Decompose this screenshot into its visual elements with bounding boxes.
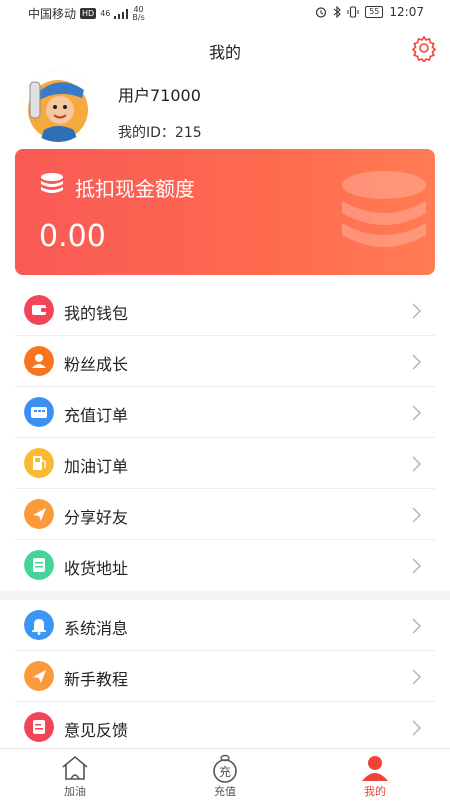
title-bar: 我的 xyxy=(0,26,450,70)
menu-item[interactable]: 充值订单 xyxy=(0,387,450,438)
wallet-icon xyxy=(24,295,54,325)
carrier-label: 中国移动 xyxy=(28,7,77,21)
hd-badge: HD xyxy=(80,8,97,19)
menu-item-label: 收货地址 xyxy=(64,559,129,578)
chevron-right-icon xyxy=(412,507,422,523)
status-bar: 中国移动 HD 46 40 B/s 55 12:07 xyxy=(0,0,450,26)
address-icon xyxy=(24,550,54,580)
menu-item[interactable]: 收货地址 xyxy=(0,540,450,591)
card-icon xyxy=(24,397,54,427)
tab-bar: 加油 充 充值 我的 xyxy=(0,748,450,801)
menu-item-label: 我的钱包 xyxy=(64,304,129,323)
menu-item-label: 意见反馈 xyxy=(64,721,129,740)
feedback-icon xyxy=(24,712,54,742)
chevron-right-icon xyxy=(412,456,422,472)
menu-group-secondary: 系统消息新手教程意见反馈 xyxy=(0,600,450,753)
menu-item-label: 新手教程 xyxy=(64,670,129,689)
menu-item-label: 分享好友 xyxy=(64,508,129,527)
clock-time: 12:07 xyxy=(389,5,424,19)
avatar[interactable] xyxy=(22,70,94,142)
chevron-right-icon xyxy=(412,405,422,421)
gas-station-icon xyxy=(62,755,88,780)
tab-mine[interactable]: 我的 xyxy=(300,749,450,801)
chevron-right-icon xyxy=(412,354,422,370)
tab-refuel-label: 加油 xyxy=(64,785,86,798)
speed-unit: B/s xyxy=(132,12,145,22)
profile-icon xyxy=(362,756,388,781)
menu-item[interactable]: 系统消息 xyxy=(0,600,450,651)
status-left: 中国移动 HD 46 40 B/s xyxy=(28,5,145,22)
chevron-right-icon xyxy=(412,303,422,319)
menu-item[interactable]: 我的钱包 xyxy=(0,285,450,336)
guide-icon xyxy=(24,661,54,691)
balance-card[interactable]: 抵扣现金额度 0.00 xyxy=(15,149,435,275)
menu-item[interactable]: 新手教程 xyxy=(0,651,450,702)
card-title: 抵扣现金额度 xyxy=(75,177,195,201)
vibrate-icon xyxy=(347,6,359,18)
menu-item-label: 粉丝成长 xyxy=(64,355,129,374)
coin-stack-decor-icon xyxy=(342,171,426,247)
profile-section: 用户71000 我的ID：215 xyxy=(0,70,450,150)
alarm-icon xyxy=(316,7,327,18)
battery-level: 55 xyxy=(365,6,384,18)
chevron-right-icon xyxy=(412,720,422,736)
signal-icon xyxy=(114,8,129,19)
menu-item[interactable]: 加油订单 xyxy=(0,438,450,489)
menu-item[interactable]: 粉丝成长 xyxy=(0,336,450,387)
tab-mine-label: 我的 xyxy=(364,785,386,798)
fuel-icon xyxy=(24,448,54,478)
user-id: 我的ID：215 xyxy=(118,125,202,141)
chevron-right-icon xyxy=(412,618,422,634)
username: 用户71000 xyxy=(118,86,201,105)
status-right: 55 12:07 xyxy=(315,5,424,19)
menu-group-main: 我的钱包粉丝成长充值订单加油订单分享好友收货地址 xyxy=(0,285,450,591)
coins-icon xyxy=(41,173,63,193)
bell-icon xyxy=(24,610,54,640)
chevron-right-icon xyxy=(412,558,422,574)
menu-item[interactable]: 意见反馈 xyxy=(0,702,450,753)
bluetooth-icon xyxy=(333,6,342,18)
tab-refuel[interactable]: 加油 xyxy=(0,749,150,801)
network-label: 46 xyxy=(100,8,111,18)
menu-item-label: 系统消息 xyxy=(64,619,129,638)
avatar-image xyxy=(22,70,94,142)
cash-amount: 0.00 xyxy=(39,219,106,254)
share-icon xyxy=(24,499,54,529)
tab-recharge[interactable]: 充 充值 xyxy=(150,749,300,801)
user-icon xyxy=(24,346,54,376)
menu-item-label: 充值订单 xyxy=(64,406,129,425)
speed-readout: 40 B/s xyxy=(132,5,145,22)
tab-recharge-label: 充值 xyxy=(214,785,236,798)
menu-item[interactable]: 分享好友 xyxy=(0,489,450,540)
recharge-icon: 充 xyxy=(213,754,237,783)
page-title: 我的 xyxy=(208,43,241,62)
gear-icon[interactable] xyxy=(410,34,438,62)
menu-item-label: 加油订单 xyxy=(64,457,129,476)
chevron-right-icon xyxy=(412,669,422,685)
recharge-icon-glyph: 充 xyxy=(219,764,231,779)
